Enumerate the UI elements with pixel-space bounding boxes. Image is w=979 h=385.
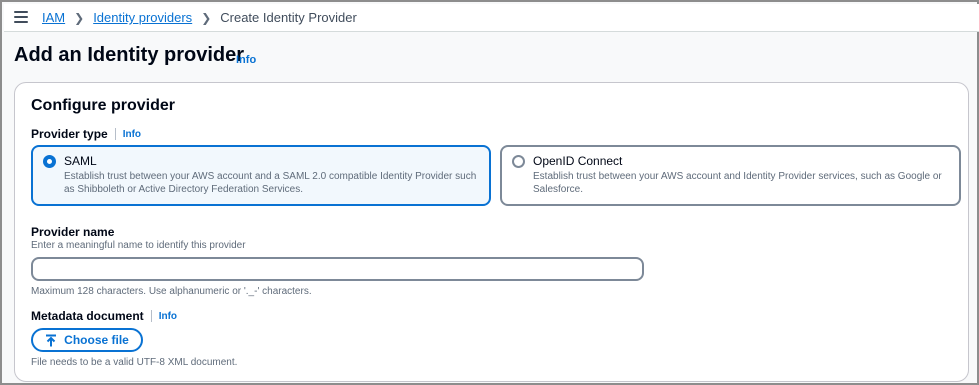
provider-type-label: Provider type bbox=[31, 127, 108, 141]
divider bbox=[150, 310, 152, 322]
chevron-right-icon: ❯ bbox=[74, 10, 85, 25]
breadcrumb-current: Create Identity Provider bbox=[220, 10, 357, 25]
radio-unselected-icon[interactable] bbox=[512, 155, 525, 168]
breadcrumb: IAM ❯ Identity providers ❯ Create Identi… bbox=[42, 10, 357, 25]
option-title: SAML bbox=[64, 154, 97, 168]
panel-title: Configure provider bbox=[31, 97, 176, 114]
provider-name-constraint: Maximum 128 characters. Use alphanumeric… bbox=[31, 286, 312, 297]
page-title: Add an Identity provider bbox=[14, 44, 245, 66]
metadata-document-label: Metadata document bbox=[31, 309, 144, 323]
menu-icon[interactable] bbox=[14, 11, 28, 23]
provider-type-option-openid-connect[interactable]: OpenID Connect Establish trust between y… bbox=[500, 145, 961, 206]
app-window: IAM ❯ Identity providers ❯ Create Identi… bbox=[0, 0, 979, 385]
metadata-info-link[interactable]: Info bbox=[159, 311, 177, 322]
choose-file-button[interactable]: Choose file bbox=[31, 328, 143, 352]
provider-name-description: Enter a meaningful name to identify this… bbox=[31, 240, 246, 251]
radio-selected-icon[interactable] bbox=[43, 155, 56, 168]
provider-name-input[interactable] bbox=[31, 257, 644, 281]
chevron-right-icon: ❯ bbox=[201, 10, 212, 25]
option-description: Establish trust between your AWS account… bbox=[64, 171, 477, 195]
option-description: Establish trust between your AWS account… bbox=[533, 171, 942, 195]
provider-name-label: Provider name bbox=[31, 225, 115, 239]
provider-type-option-saml[interactable]: SAML Establish trust between your AWS ac… bbox=[31, 145, 491, 206]
breadcrumb-identity-providers-link[interactable]: Identity providers bbox=[93, 10, 192, 25]
metadata-constraint: File needs to be a valid UTF-8 XML docum… bbox=[31, 357, 238, 368]
breadcrumb-iam-link[interactable]: IAM bbox=[42, 10, 65, 25]
configure-provider-panel: Configure provider Provider type Info SA… bbox=[14, 82, 969, 382]
option-title: OpenID Connect bbox=[533, 154, 623, 168]
divider bbox=[114, 128, 116, 140]
metadata-label-row: Metadata document Info bbox=[31, 309, 177, 323]
choose-file-label: Choose file bbox=[64, 333, 129, 347]
provider-type-label-row: Provider type Info bbox=[31, 127, 141, 141]
page-info-link[interactable]: Info bbox=[236, 54, 256, 66]
provider-type-info-link[interactable]: Info bbox=[123, 129, 141, 140]
breadcrumb-bar: IAM ❯ Identity providers ❯ Create Identi… bbox=[4, 4, 979, 32]
upload-icon bbox=[45, 334, 57, 347]
